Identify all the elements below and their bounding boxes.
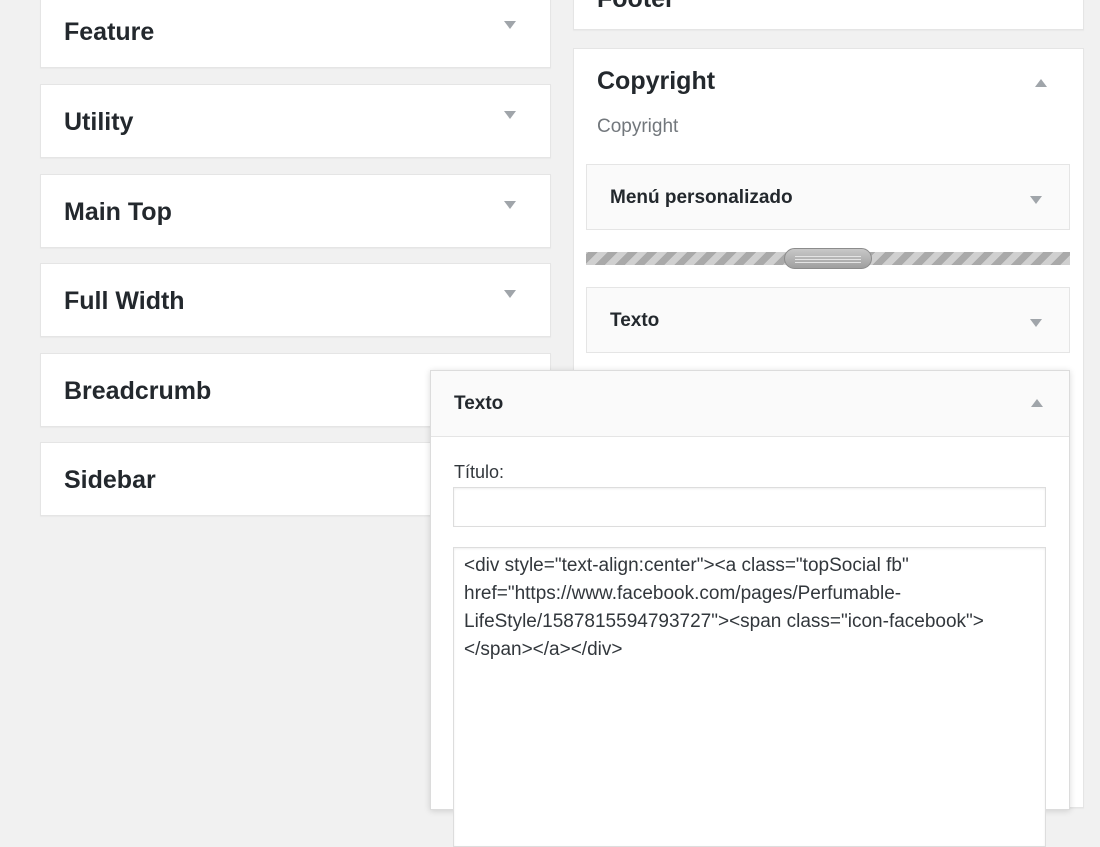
- sidebar-main-top[interactable]: Main Top: [40, 174, 551, 248]
- sidebar-title: Utility: [64, 108, 134, 136]
- sidebar-utility[interactable]: Utility: [40, 84, 551, 158]
- sidebar-title: Breadcrumb: [64, 377, 212, 405]
- sidebar-title: Feature: [64, 18, 155, 46]
- sidebar-title: Footer: [597, 0, 675, 19]
- sidebar-title: Sidebar: [64, 466, 156, 494]
- chevron-down-icon[interactable]: [504, 111, 516, 119]
- sidebar-title: Main Top: [64, 198, 172, 226]
- sidebar-description: Copyright: [597, 116, 679, 137]
- widget-title: Texto: [454, 393, 504, 414]
- sidebar-footer[interactable]: Footer: [573, 0, 1084, 30]
- sidebar-title: Copyright: [597, 67, 716, 95]
- widget-text-open[interactable]: Texto Título: <div style="text-align:cen…: [430, 370, 1070, 847]
- sidebar-title: Full Width: [64, 287, 185, 315]
- widget-custom-menu[interactable]: Menú personalizado: [586, 164, 1070, 230]
- drag-handle[interactable]: [784, 248, 872, 269]
- widget-title: Menú personalizado: [610, 187, 793, 208]
- chevron-down-icon[interactable]: [504, 21, 516, 29]
- title-field-label: Título:: [454, 462, 505, 482]
- chevron-down-icon[interactable]: [504, 201, 516, 209]
- sidebar-feature[interactable]: Feature: [40, 0, 551, 68]
- widget-text[interactable]: Texto: [586, 287, 1070, 353]
- text-content-textarea[interactable]: <div style="text-align:center"><a class=…: [453, 547, 1046, 847]
- title-input[interactable]: [453, 487, 1046, 527]
- chevron-down-icon[interactable]: [504, 290, 516, 298]
- chevron-down-icon[interactable]: [1030, 319, 1042, 327]
- widget-header[interactable]: Texto: [431, 371, 1069, 437]
- chevron-down-icon[interactable]: [1030, 196, 1042, 204]
- chevron-up-icon[interactable]: [1035, 79, 1047, 87]
- sidebar-full-width[interactable]: Full Width: [40, 263, 551, 337]
- chevron-up-icon[interactable]: [1031, 399, 1043, 407]
- widget-title: Texto: [610, 310, 660, 331]
